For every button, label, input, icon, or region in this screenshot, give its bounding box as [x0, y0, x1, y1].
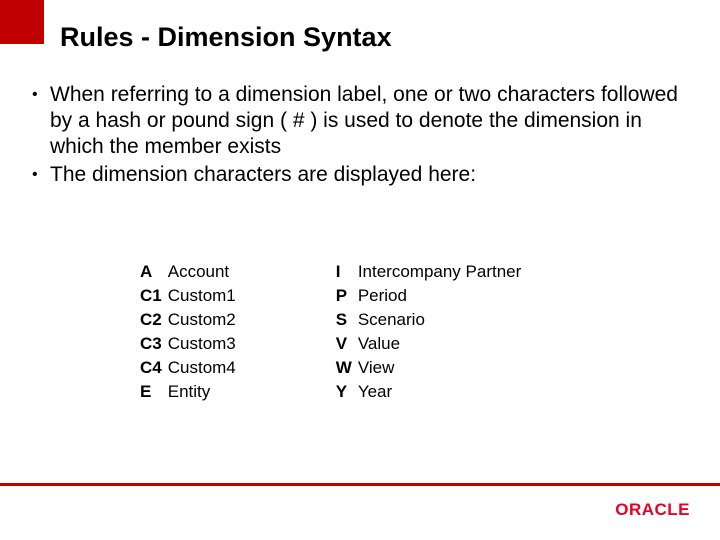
table-codes: I P S V W Y	[336, 260, 352, 404]
table-codes: A C1 C2 C3 C4 E	[140, 260, 162, 404]
bullet-dot: •	[32, 82, 50, 108]
bullet-item: • The dimension characters are displayed…	[32, 162, 680, 188]
bullet-item: • When referring to a dimension label, o…	[32, 82, 680, 160]
oracle-logo: ORACLE	[615, 500, 690, 520]
bullet-text: The dimension characters are displayed h…	[50, 162, 476, 188]
table-names: Intercompany Partner Period Scenario Val…	[358, 260, 521, 404]
slide: Rules - Dimension Syntax • When referrin…	[0, 0, 720, 540]
footer-divider	[0, 483, 720, 486]
header-red-square	[0, 0, 44, 44]
table-names: Account Custom1 Custom2 Custom3 Custom4 …	[168, 260, 236, 404]
bullet-dot: •	[32, 162, 50, 188]
bullet-text: When referring to a dimension label, one…	[50, 82, 680, 160]
slide-body: • When referring to a dimension label, o…	[32, 82, 680, 190]
table-column-1: A C1 C2 C3 C4 E Account Custom1 Custom2 …	[140, 260, 236, 404]
dimension-table: A C1 C2 C3 C4 E Account Custom1 Custom2 …	[140, 260, 521, 404]
slide-title: Rules - Dimension Syntax	[60, 22, 392, 53]
table-column-2: I P S V W Y Intercompany Partner Period …	[336, 260, 522, 404]
